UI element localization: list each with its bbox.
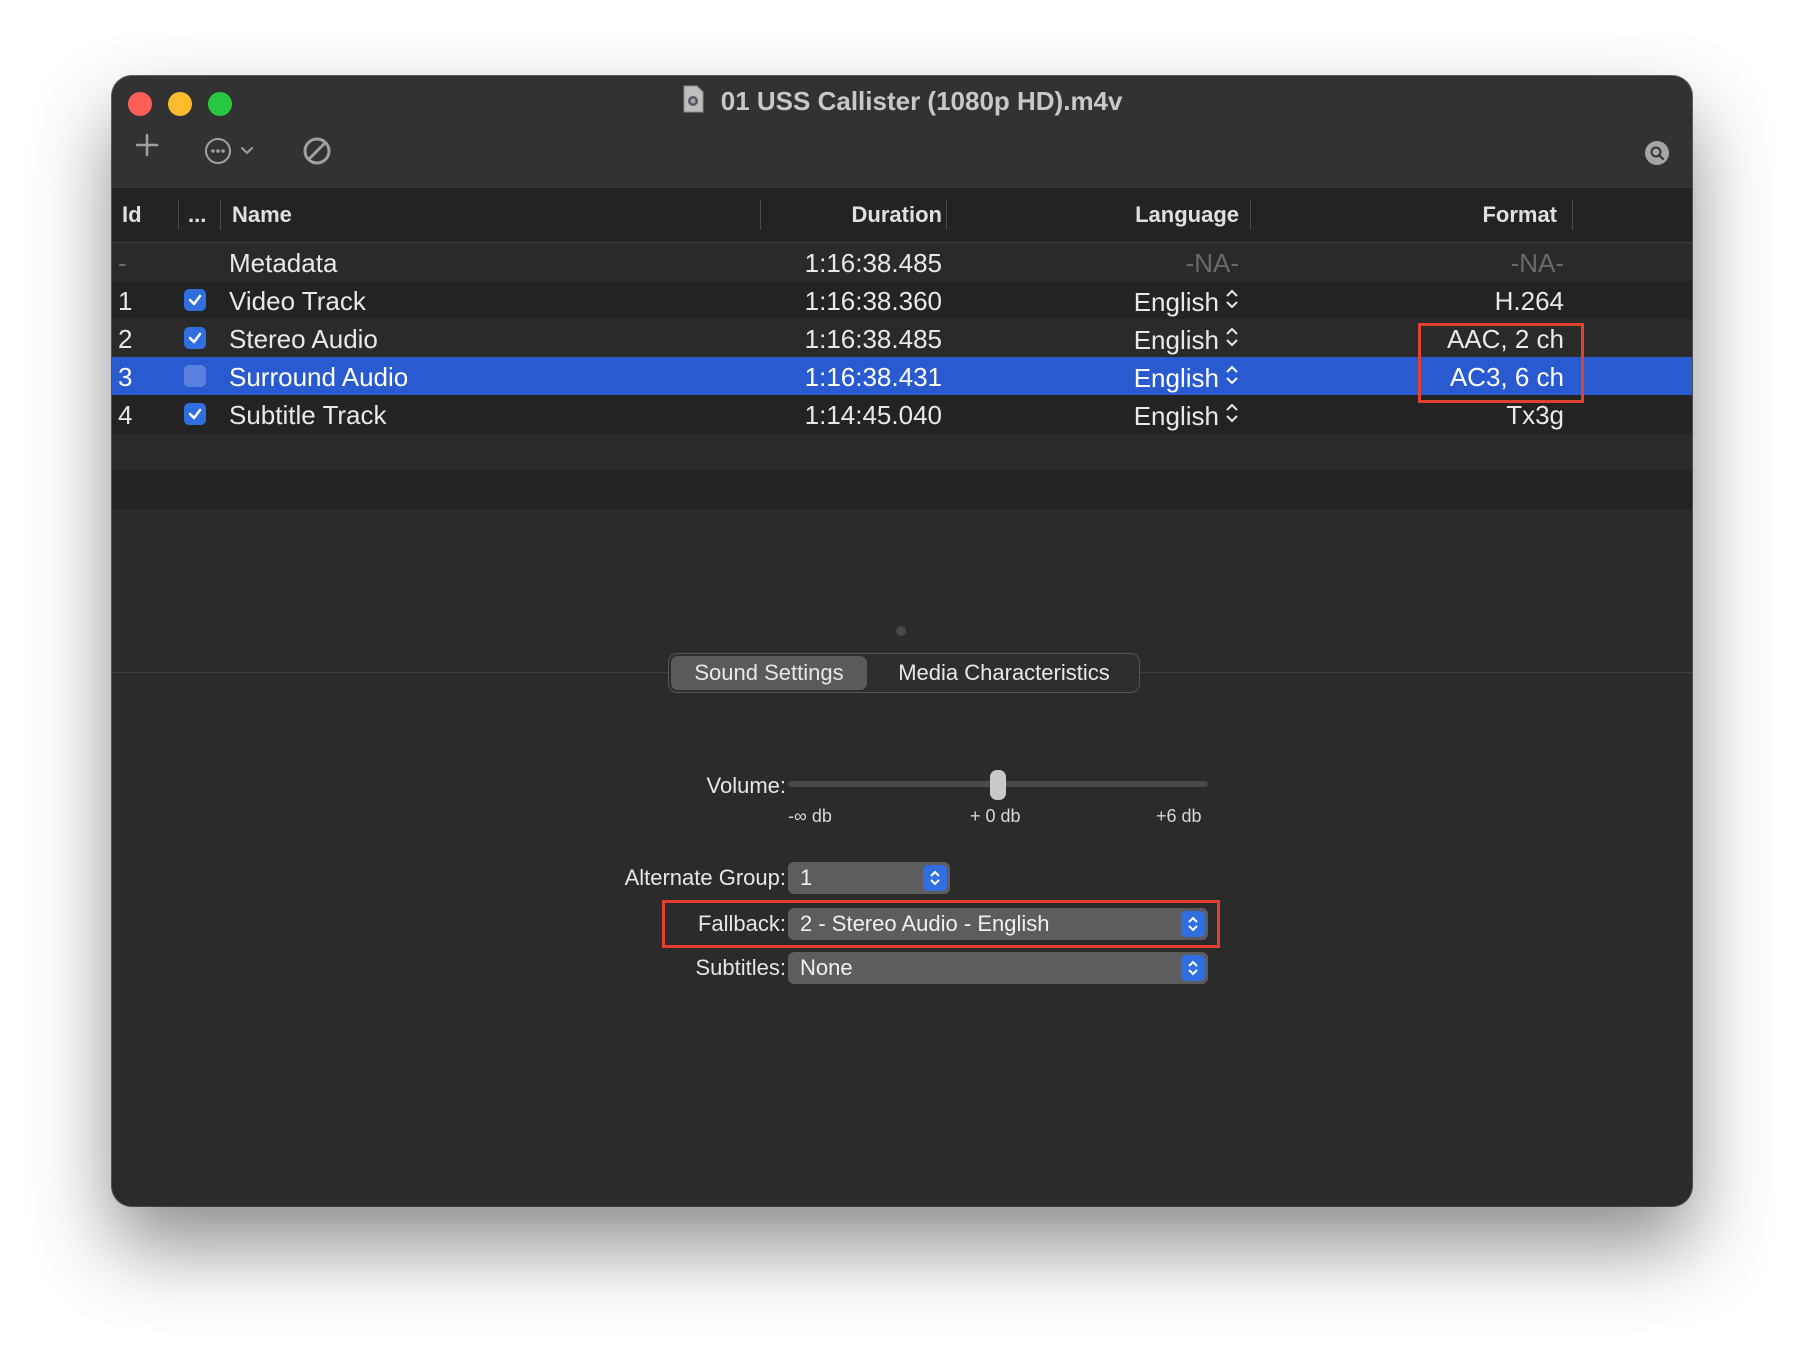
row-language: -NA- [1185, 248, 1239, 278]
column-format[interactable]: Format [1482, 202, 1557, 228]
enabled-checkbox[interactable] [184, 289, 206, 311]
window-title: 01 USS Callister (1080p HD).m4v [720, 86, 1123, 116]
row-duration: 1:16:38.485 [804, 324, 942, 354]
volume-tick-max: +6 db [1156, 806, 1202, 826]
row-language: English [1133, 363, 1219, 393]
updown-chevron-icon [1181, 955, 1205, 981]
row-format: -NA- [1510, 248, 1564, 278]
empty-row [112, 509, 1692, 543]
track-table-header: Id ... Name Duration Language Format [112, 188, 1692, 243]
row-format: Tx3g [1506, 400, 1564, 430]
language-popup[interactable]: English [1134, 286, 1239, 318]
column-language[interactable]: Language [1135, 202, 1239, 228]
row-language: English [1133, 325, 1219, 355]
table-row[interactable]: 1 Video Track 1:16:38.360 English H.264 [112, 281, 1692, 319]
updown-chevron-icon [923, 865, 947, 891]
alternate-group-popup[interactable]: 1 [788, 862, 950, 894]
row-name: Surround Audio [229, 362, 409, 392]
language-popup[interactable]: English [1134, 400, 1239, 432]
split-view-handle[interactable] [896, 626, 906, 636]
volume-slider-knob[interactable] [990, 770, 1006, 800]
subtitles-value: None [800, 955, 853, 980]
prohibited-icon[interactable] [302, 136, 332, 171]
enabled-checkbox[interactable] [184, 403, 206, 425]
row-language: English [1133, 401, 1219, 431]
row-duration: 1:14:45.040 [804, 400, 942, 430]
row-id: 1 [118, 286, 133, 316]
column-id[interactable]: Id [122, 202, 142, 228]
row-duration: 1:16:38.485 [804, 248, 942, 278]
language-popup[interactable]: English [1134, 324, 1239, 356]
enabled-checkbox[interactable] [184, 365, 206, 387]
updown-chevron-icon [1225, 286, 1239, 317]
row-name: Metadata [229, 248, 338, 278]
alternate-group-label: Alternate Group: [624, 865, 786, 890]
search-icon[interactable] [1644, 140, 1670, 171]
tab-bar: Sound Settings Media Characteristics [668, 653, 1140, 693]
empty-row [112, 471, 1692, 509]
table-row[interactable]: - Metadata 1:16:38.485 -NA- -NA- [112, 243, 1692, 281]
row-name: Stereo Audio [229, 324, 378, 354]
updown-chevron-icon [1225, 324, 1239, 355]
window-title-container: 01 USS Callister (1080p HD).m4v [112, 85, 1692, 120]
ellipsis-circle-icon[interactable] [204, 136, 264, 171]
language-popup[interactable]: English [1134, 362, 1239, 394]
tab-sound-settings[interactable]: Sound Settings [671, 656, 867, 690]
row-name: Video Track [229, 286, 366, 316]
row-id: - [118, 248, 127, 278]
document-icon [682, 85, 704, 120]
tab-media-characteristics[interactable]: Media Characteristics [869, 654, 1139, 692]
row-format: H.264 [1494, 286, 1564, 316]
alternate-group-value: 1 [800, 865, 813, 890]
subtitles-popup[interactable]: None [788, 952, 1208, 984]
column-name[interactable]: Name [232, 202, 292, 228]
plus-icon[interactable] [134, 128, 160, 167]
empty-row [112, 433, 1692, 471]
app-window: 01 USS Callister (1080p HD).m4v Id ... N… [112, 76, 1692, 1206]
enabled-checkbox[interactable] [184, 327, 206, 349]
format-highlight-box [1418, 323, 1584, 403]
row-id: 4 [118, 400, 133, 430]
row-duration: 1:16:38.431 [804, 362, 942, 392]
column-enabled[interactable]: ... [188, 202, 206, 228]
column-duration[interactable]: Duration [852, 202, 942, 228]
fallback-highlight-box [662, 900, 1220, 948]
updown-chevron-icon [1225, 400, 1239, 431]
row-id: 2 [118, 324, 133, 354]
subtitles-label: Subtitles: [695, 955, 787, 980]
title-bar: 01 USS Callister (1080p HD).m4v [112, 76, 1692, 189]
row-id: 3 [118, 362, 133, 392]
row-duration: 1:16:38.360 [804, 286, 942, 316]
updown-chevron-icon [1225, 362, 1239, 393]
volume-tick-mid: + 0 db [970, 806, 1021, 826]
volume-tick-min: -∞ db [788, 806, 832, 826]
row-language: English [1133, 287, 1219, 317]
row-name: Subtitle Track [229, 400, 387, 430]
volume-label: Volume: [706, 773, 787, 798]
